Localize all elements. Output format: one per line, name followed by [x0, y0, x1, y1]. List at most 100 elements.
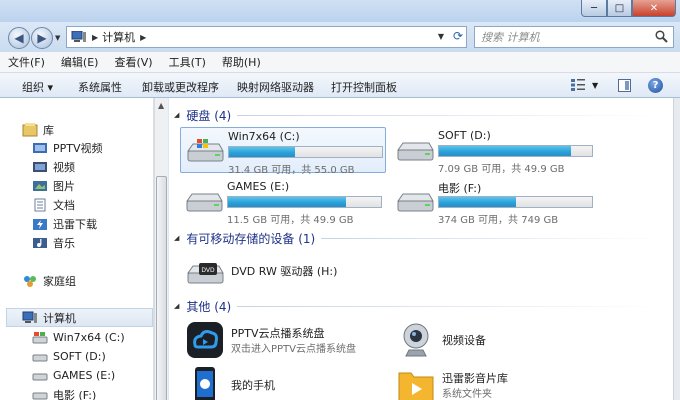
recent-pages-dropdown[interactable]: ▼ — [55, 34, 60, 42]
refresh-icon[interactable]: ⟳ — [453, 29, 463, 43]
uninstall-program-button[interactable]: 卸载或更改程序 — [142, 79, 219, 95]
computer-icon — [22, 311, 37, 323]
drive-name: GAMES (E:) — [227, 180, 290, 193]
device-name: PPTV云点播系统盘 — [231, 327, 325, 340]
search-placeholder: 搜索 计算机 — [481, 31, 540, 44]
address-dropdown-icon[interactable]: ▼ — [438, 32, 444, 41]
nav-drive-d[interactable]: SOFT (D:) — [32, 347, 106, 366]
nav-item-music[interactable]: 音乐 — [32, 233, 75, 252]
group-header-hard-disks[interactable]: ◢ 硬盘 (4) — [169, 106, 669, 124]
system-properties-button[interactable]: 系统属性 — [78, 79, 122, 95]
collapse-icon[interactable]: ◢ — [174, 302, 179, 310]
drive-usage-bar — [438, 145, 593, 157]
dvd-drive-tile[interactable]: DVD DVD RW 驱动器 (H:) — [185, 250, 405, 292]
drive-name: Win7x64 (C:) — [228, 130, 300, 143]
drive-usage-fill — [228, 197, 346, 207]
view-dropdown-icon[interactable]: ▼ — [592, 81, 598, 90]
breadcrumb-computer[interactable]: 计算机 — [102, 29, 135, 45]
nav-computer-label: 计算机 — [43, 311, 76, 325]
search-icon[interactable] — [655, 30, 668, 43]
nav-drive-label: GAMES (E:) — [53, 369, 116, 382]
device-description: 双击进入PPTV云点播系统盘 — [231, 344, 357, 355]
back-button[interactable]: ◀ — [8, 27, 30, 49]
pptv-cloud-tile[interactable]: PPTV云点播系统盘 双击进入PPTV云点播系统盘 — [185, 319, 405, 361]
drive-free-space: 11.5 GB 可用，共 49.9 GB — [227, 215, 354, 226]
help-icon[interactable]: ? — [648, 78, 663, 93]
collapse-icon[interactable]: ◢ — [174, 234, 179, 242]
menu-edit[interactable]: 编辑(E) — [53, 53, 107, 72]
open-control-panel-button[interactable]: 打开控制面板 — [331, 79, 397, 95]
arrow-right-icon: ▶ — [37, 31, 47, 45]
menu-help[interactable]: 帮助(H) — [214, 53, 269, 72]
menu-tools[interactable]: 工具(T) — [161, 53, 214, 72]
address-row: ◀ ▶ ▼ ▶ 计算机 ▶ ▼ ⟳ 搜索 计算机 — [0, 22, 680, 52]
nav-drive-f[interactable]: 电影 (F:) — [32, 385, 96, 400]
nav-drive-e[interactable]: GAMES (E:) — [32, 366, 115, 385]
nav-item-pptv[interactable]: PPTV视频 — [32, 138, 103, 157]
collapse-icon[interactable]: ◢ — [174, 111, 179, 119]
group-header-removable[interactable]: ◢ 有可移动存储的设备 (1) — [169, 229, 669, 247]
forward-button[interactable]: ▶ — [31, 27, 53, 49]
homegroup-icon — [24, 275, 36, 287]
hard-drive-icon — [32, 392, 48, 399]
system-drive-icon — [187, 139, 224, 162]
computer-icon — [71, 31, 86, 42]
navigation-scrollbar[interactable]: ▲ — [154, 98, 168, 400]
scrollbar-thumb[interactable] — [156, 176, 167, 400]
organize-button[interactable]: 组织 ▾ — [22, 79, 53, 95]
device-description: 系统文件夹 — [442, 389, 492, 400]
drive-tile[interactable]: 电影 (F:) 374 GB 可用，共 749 GB — [391, 178, 597, 226]
hard-drive-icon — [397, 142, 434, 161]
nav-library[interactable]: 库 — [22, 120, 54, 139]
device-name: 迅雷影音片库 — [442, 372, 508, 385]
address-bar[interactable]: ▶ 计算机 ▶ ▼ ⟳ — [66, 26, 467, 48]
menu-view[interactable]: 查看(V) — [106, 53, 160, 72]
my-phone-tile[interactable]: 我的手机 — [185, 364, 405, 400]
music-library-icon — [33, 237, 47, 248]
nav-item-label: 文档 — [53, 198, 75, 212]
nav-item-video[interactable]: 视频 — [32, 157, 75, 176]
navigation-pane: 库 PPTV视频 视频 图片 文档 迅雷下载 音乐 家庭组 计算机 Win7x6… — [0, 98, 154, 400]
thunder-download-icon — [33, 218, 47, 230]
breadcrumb-separator[interactable]: ▶ — [140, 33, 146, 42]
menu-file[interactable]: 文件(F) — [0, 53, 53, 72]
command-bar: 组织 ▾ 系统属性 卸载或更改程序 映射网络驱动器 打开控制面板 ▼ ? — [0, 73, 680, 98]
maximize-button[interactable]: □ — [607, 0, 632, 17]
nav-item-thunder-downloads[interactable]: 迅雷下载 — [32, 214, 97, 233]
nav-item-documents[interactable]: 文档 — [32, 195, 75, 214]
pptv-cloud-icon — [187, 322, 223, 358]
nav-item-label: 图片 — [53, 179, 75, 193]
webcam-tile[interactable]: 视频设备 — [396, 319, 616, 361]
nav-item-label: 迅雷下载 — [53, 217, 97, 231]
group-title: 有可移动存储的设备 (1) — [186, 231, 316, 246]
drive-tile[interactable]: GAMES (E:) 11.5 GB 可用，共 49.9 GB — [180, 178, 386, 226]
video-library-icon — [33, 161, 47, 172]
scroll-up-icon[interactable]: ▲ — [158, 101, 164, 110]
minimize-button[interactable]: ─ — [581, 0, 607, 17]
nav-item-pictures[interactable]: 图片 — [32, 176, 75, 195]
thunder-video-folder-tile[interactable]: 迅雷影音片库 系统文件夹 — [396, 364, 616, 400]
nav-item-label: 音乐 — [53, 236, 75, 250]
breadcrumb-separator[interactable]: ▶ — [92, 33, 98, 42]
content-scrollbar[interactable] — [673, 98, 680, 400]
group-title: 硬盘 (4) — [186, 108, 232, 123]
nav-drive-label: SOFT (D:) — [53, 350, 106, 363]
drive-tile[interactable]: Win7x64 (C:) 31.4 GB 可用，共 55.0 GB — [180, 127, 386, 176]
nav-library-label: 库 — [43, 123, 54, 137]
video-library-icon — [33, 142, 47, 153]
content-pane: ◢ 硬盘 (4) Win7x64 (C:) 31.4 GB 可用，共 55.0 … — [169, 98, 673, 400]
group-header-other[interactable]: ◢ 其他 (4) — [169, 297, 669, 315]
map-network-drive-button[interactable]: 映射网络驱动器 — [237, 79, 314, 95]
nav-computer[interactable]: 计算机 — [6, 308, 153, 327]
title-bar: ─ □ ✕ — [0, 0, 680, 22]
nav-homegroup[interactable]: 家庭组 — [22, 271, 76, 290]
search-input[interactable]: 搜索 计算机 — [474, 26, 674, 48]
view-options-icon[interactable] — [571, 79, 585, 91]
hard-drive-icon — [186, 193, 223, 212]
close-button[interactable]: ✕ — [632, 0, 676, 17]
drive-tile[interactable]: SOFT (D:) 7.09 GB 可用，共 49.9 GB — [391, 127, 597, 175]
nav-drive-c[interactable]: Win7x64 (C:) — [32, 328, 125, 347]
pictures-library-icon — [33, 180, 47, 191]
library-icon — [22, 122, 38, 136]
preview-pane-icon[interactable] — [618, 79, 631, 92]
